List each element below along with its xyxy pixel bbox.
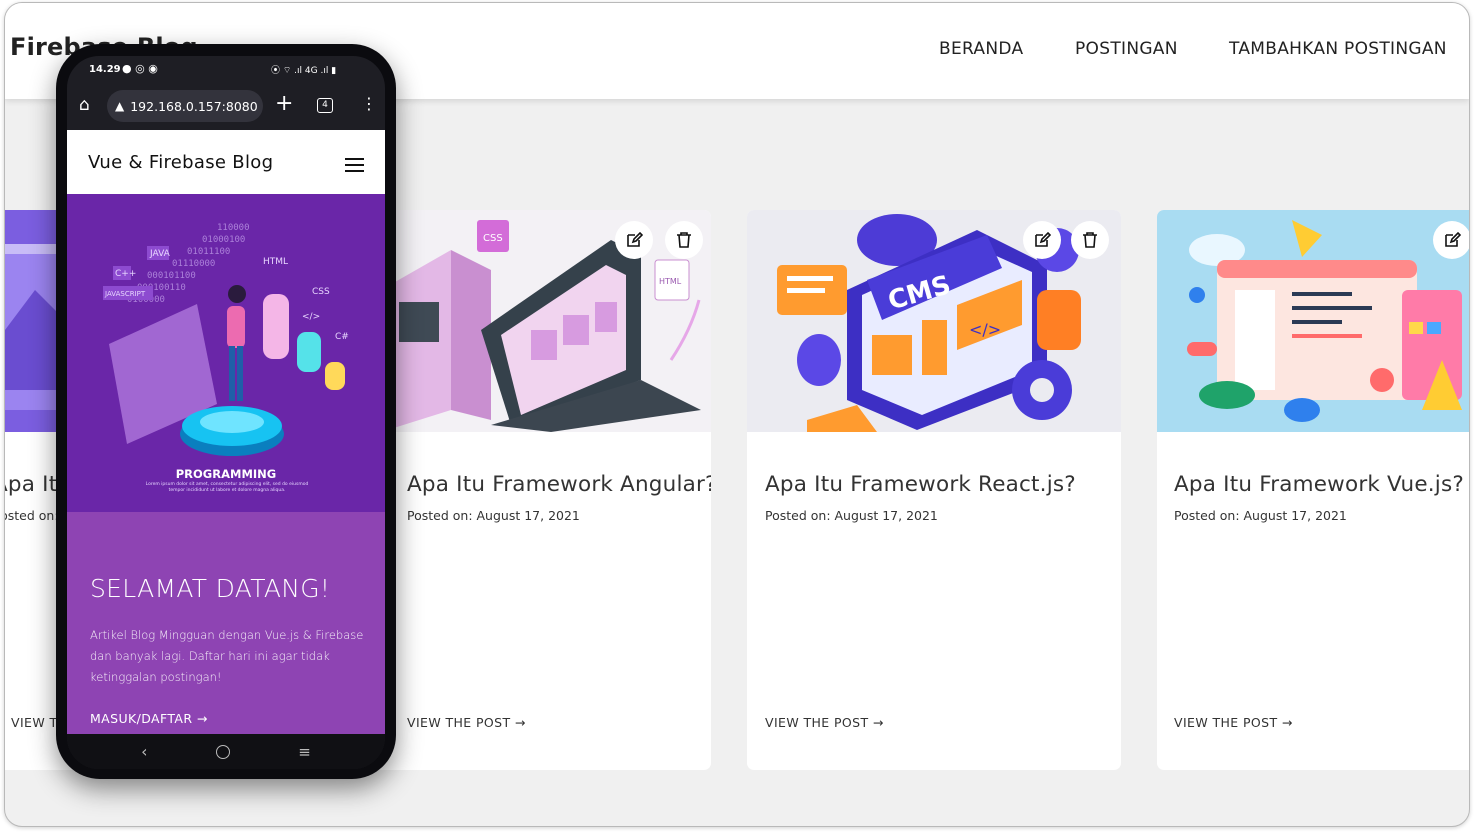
- edit-icon: [1445, 231, 1461, 247]
- edit-icon: [627, 231, 643, 247]
- android-nav-bar: ‹ ≡: [67, 734, 385, 769]
- recents-icon[interactable]: ≡: [298, 743, 311, 761]
- welcome-section: SELAMAT DATANG! Artikel Blog Mingguan de…: [67, 512, 385, 734]
- warning-icon: ▲: [115, 99, 125, 113]
- view-post-label: VIEW THE POST: [407, 715, 511, 730]
- delete-post-button[interactable]: [1071, 221, 1109, 259]
- tab-count-icon[interactable]: 4: [317, 98, 333, 113]
- welcome-title: SELAMAT DATANG!: [90, 574, 331, 603]
- more-menu-icon[interactable]: ⋮: [361, 94, 377, 113]
- code-tag: </>: [969, 320, 1001, 339]
- trash-icon: [677, 232, 691, 248]
- view-post-link[interactable]: VIEW THE POST →: [407, 715, 526, 730]
- arrow-right-icon: →: [1281, 715, 1293, 730]
- css-tag: CSS: [483, 233, 503, 244]
- status-time: 14.29: [89, 64, 121, 75]
- post-title[interactable]: Apa Itu Framework React.js?: [765, 472, 1076, 497]
- arrow-right-icon: →: [872, 715, 884, 730]
- edit-icon: [1035, 231, 1051, 247]
- view-post-link[interactable]: VIEW THE POST →: [1174, 715, 1293, 730]
- login-register-link[interactable]: MASUK/DAFTAR →: [90, 711, 208, 726]
- back-icon[interactable]: ‹: [141, 742, 147, 761]
- home-icon[interactable]: ⌂: [79, 95, 90, 115]
- browser-toolbar: ⌂ ▲ 192.168.0.157:8080 + 4 ⋮: [67, 84, 385, 130]
- edit-post-button[interactable]: [615, 221, 653, 259]
- svg-text:01011100: 01011100: [187, 247, 230, 257]
- post-title[interactable]: Apa Itu Framework Angular?: [407, 472, 711, 497]
- thumbnail-illustration: CSS HTML: [341, 210, 711, 432]
- login-register-label: MASUK/DAFTAR: [90, 711, 193, 726]
- post-card-vue: Apa Itu Framework Vue.js? Posted on: Aug…: [1157, 210, 1469, 770]
- post-thumbnail: CSS HTML: [341, 210, 711, 432]
- post-card-react: CMS </> Apa Itu Framework React.js? Post…: [747, 210, 1121, 770]
- phone-mockup: 14.29 ● ◎ ◉ ⦿ ⌔ .ıl 4G .ıl ▮ ⌂ ▲ 192.168…: [56, 44, 396, 779]
- phone-status-bar: 14.29 ● ◎ ◉ ⦿ ⌔ .ıl 4G .ıl ▮: [67, 56, 385, 84]
- hamburger-menu-icon[interactable]: [345, 158, 364, 172]
- hero-caption: PROGRAMMING: [176, 467, 277, 481]
- post-date: Posted on: August 17, 2021: [1174, 508, 1347, 523]
- svg-text:000101100: 000101100: [147, 271, 196, 281]
- svg-text:110000: 110000: [217, 223, 250, 233]
- nav-beranda[interactable]: BERANDA: [939, 39, 1023, 59]
- edit-post-button[interactable]: [1433, 221, 1469, 259]
- new-tab-icon[interactable]: +: [275, 91, 293, 116]
- thumbnail-illustration: [1157, 210, 1469, 432]
- signal-icons: ⦿ ⌔ .ıl 4G .ıl ▮: [271, 66, 337, 76]
- svg-text:C#: C#: [335, 332, 349, 342]
- arrow-right-icon: →: [514, 715, 526, 730]
- nav-tambahkan-postingan[interactable]: TAMBAHKAN POSTINGAN: [1229, 39, 1447, 59]
- svg-text:HTML: HTML: [263, 257, 288, 267]
- svg-text:01000100: 01000100: [202, 235, 245, 245]
- hero-small-text: Lorem ipsum dolor sit amet, consectetur …: [145, 482, 309, 493]
- svg-text:01110000: 01110000: [172, 259, 215, 269]
- trash-icon: [1083, 232, 1097, 248]
- view-post-label: VIEW THE POST: [765, 715, 869, 730]
- home-circle-icon[interactable]: [215, 744, 230, 759]
- mobile-brand[interactable]: Vue & Firebase Blog: [88, 152, 273, 173]
- nav-postingan[interactable]: POSTINGAN: [1075, 39, 1178, 59]
- post-title[interactable]: Apa Itu Framework Vue.js?: [1174, 472, 1464, 497]
- svg-text:CSS: CSS: [312, 287, 330, 297]
- notification-icons: ● ◎ ◉: [122, 62, 158, 75]
- svg-text:JAVASCRIPT: JAVASCRIPT: [104, 290, 146, 298]
- arrow-right-icon: →: [196, 711, 208, 726]
- svg-text:JAVA: JAVA: [149, 249, 171, 259]
- mobile-navbar: Vue & Firebase Blog: [67, 130, 385, 194]
- thumbnail-illustration: CMS </>: [747, 210, 1121, 432]
- programming-illustration: 110000 01000100 01011100 01110000 000101…: [67, 194, 385, 512]
- post-thumbnail: CMS </>: [747, 210, 1121, 432]
- post-thumbnail: [1157, 210, 1469, 432]
- address-url: 192.168.0.157:8080: [130, 98, 258, 114]
- hero-illustration: 110000 01000100 01011100 01110000 000101…: [67, 194, 385, 512]
- edit-post-button[interactable]: [1023, 221, 1061, 259]
- delete-post-button[interactable]: [665, 221, 703, 259]
- welcome-description: Artikel Blog Mingguan dengan Vue.js & Fi…: [90, 628, 364, 684]
- post-date: Posted on: August 17, 2021: [765, 508, 938, 523]
- view-post-link[interactable]: VIEW THE POST →: [765, 715, 884, 730]
- post-card-angular: CSS HTML Apa Itu Framework Angular? Post…: [341, 210, 711, 770]
- post-date: Posted on: August 17, 2021: [407, 508, 580, 523]
- phone-screen: 14.29 ● ◎ ◉ ⦿ ⌔ .ıl 4G .ıl ▮ ⌂ ▲ 192.168…: [67, 56, 385, 769]
- address-bar[interactable]: ▲ 192.168.0.157:8080: [107, 90, 263, 122]
- svg-text:C++: C++: [115, 269, 136, 279]
- view-post-label: VIEW THE POST: [1174, 715, 1278, 730]
- html-tag: HTML: [659, 277, 682, 286]
- svg-text:</>: </>: [302, 312, 320, 322]
